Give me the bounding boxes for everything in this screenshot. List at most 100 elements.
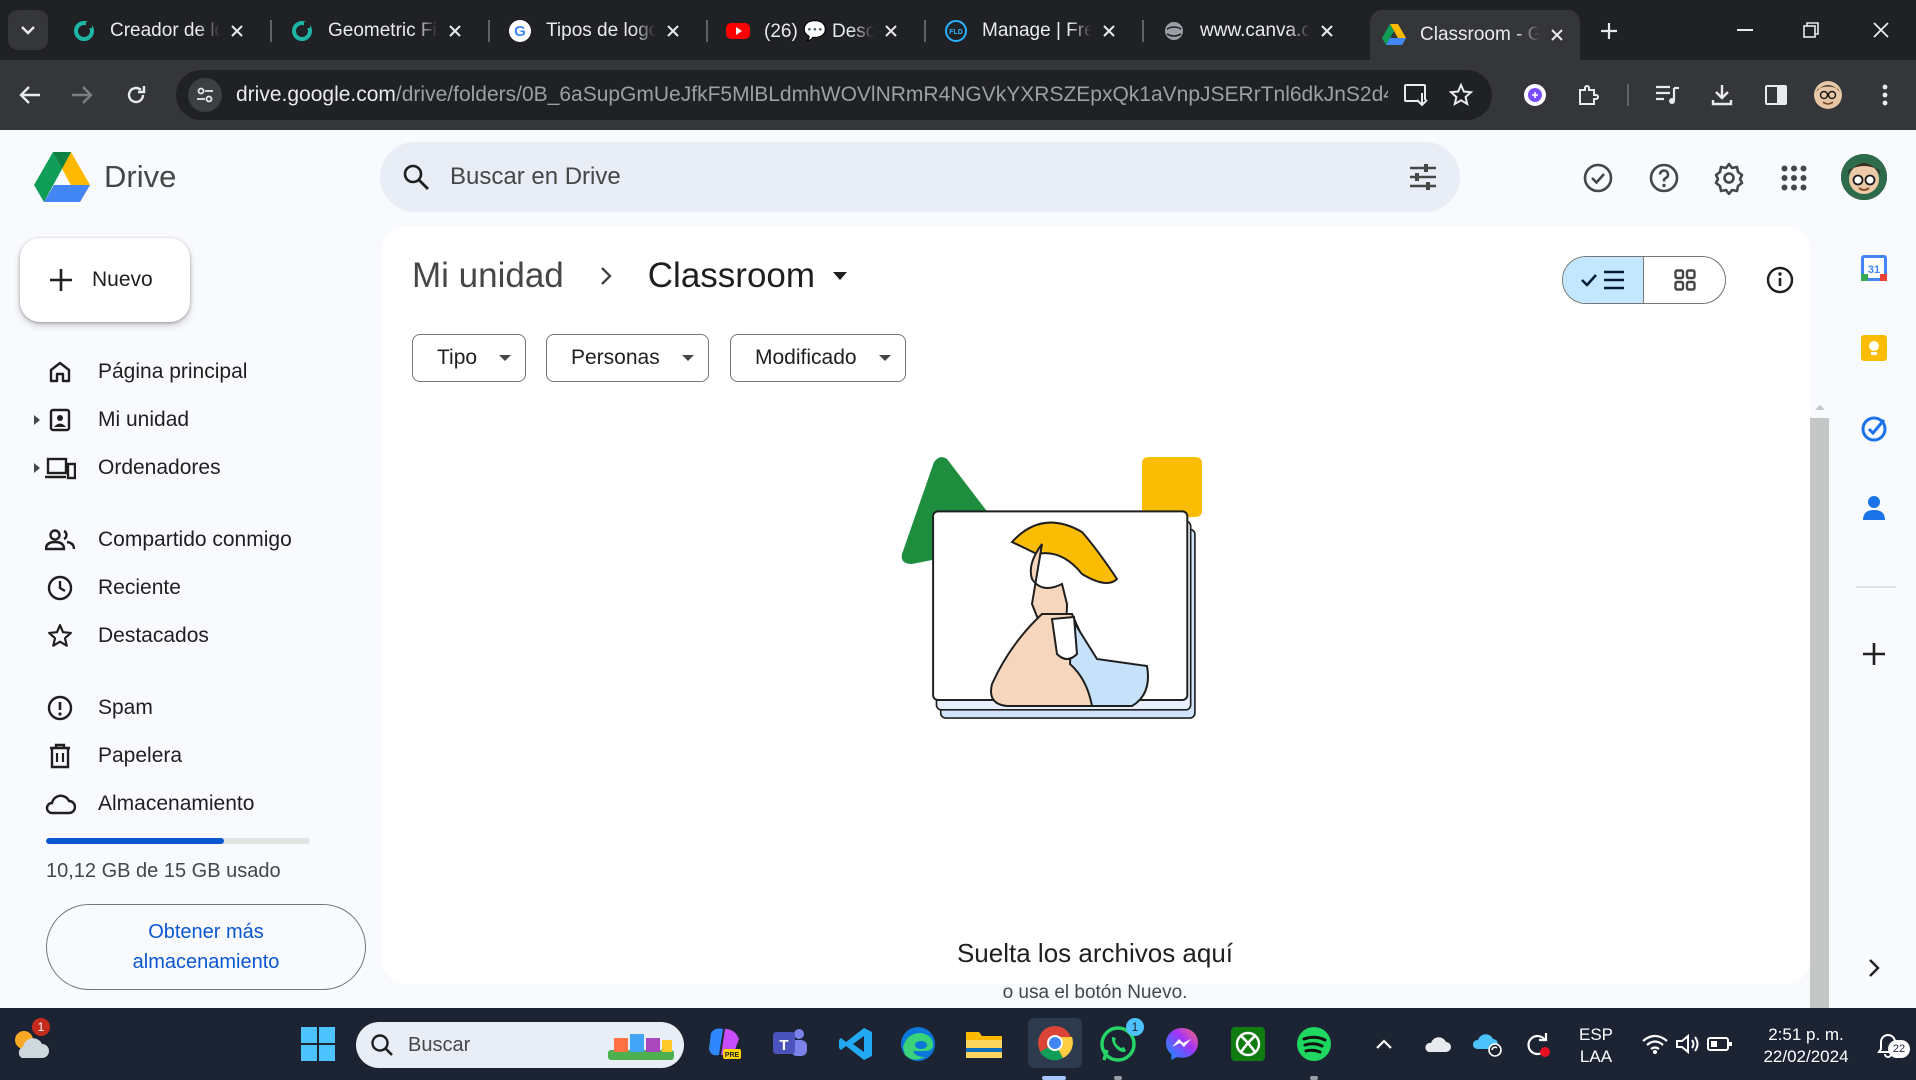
show-hidden-icons-button[interactable] xyxy=(1370,1022,1398,1066)
file-explorer-app[interactable] xyxy=(962,1022,1006,1066)
close-icon[interactable] xyxy=(880,20,902,42)
close-icon[interactable] xyxy=(1316,20,1338,42)
google-apps-button[interactable] xyxy=(1774,158,1814,198)
expand-caret-icon[interactable] xyxy=(34,415,40,425)
sidebar-item-computers[interactable]: Ordenadores xyxy=(30,446,360,490)
weather-widget[interactable]: 1 xyxy=(8,1018,52,1066)
filter-type-chip[interactable]: Tipo xyxy=(412,334,527,382)
notification-center-button[interactable]: 22 xyxy=(1870,1022,1910,1066)
close-icon[interactable] xyxy=(1098,20,1120,42)
tab-search-button[interactable] xyxy=(8,10,48,50)
help-button[interactable] xyxy=(1644,158,1684,198)
onedrive-tray[interactable] xyxy=(1420,1022,1454,1066)
get-addons-button[interactable] xyxy=(1856,636,1892,672)
breadcrumb-current[interactable]: Classroom xyxy=(648,256,848,296)
sidebar-item-storage[interactable]: Almacenamiento xyxy=(30,782,360,826)
tab-freelancer[interactable]: FLD Manage | Freelancer xyxy=(932,10,1132,52)
close-icon[interactable] xyxy=(662,20,684,42)
sidebar-item-trash[interactable]: Papelera xyxy=(30,734,360,778)
whatsapp-app[interactable]: 1 xyxy=(1096,1018,1144,1066)
keep-addon-button[interactable] xyxy=(1856,330,1892,366)
sidebar-item-label: Almacenamiento xyxy=(98,792,255,815)
search-icon[interactable] xyxy=(402,163,430,191)
sidebar-item-my-drive[interactable]: Mi unidad xyxy=(30,398,360,442)
xbox-app[interactable] xyxy=(1226,1022,1270,1066)
sidebar-item-recent[interactable]: Reciente xyxy=(30,566,360,610)
sidebar-item-starred[interactable]: Destacados xyxy=(30,614,360,658)
sidebar-item-home[interactable]: Página principal xyxy=(30,350,360,394)
filter-people-chip[interactable]: Personas xyxy=(546,334,709,382)
search-options-icon[interactable] xyxy=(1408,163,1438,191)
tab-youtube[interactable]: (26) 💬 Descargar xyxy=(714,10,914,52)
close-window-button[interactable] xyxy=(1856,10,1906,50)
computers-icon xyxy=(44,452,76,484)
site-info-button[interactable] xyxy=(188,78,222,112)
reload-button[interactable] xyxy=(118,77,154,113)
media-controls-button[interactable] xyxy=(1651,78,1685,112)
tasks-addon-button[interactable] xyxy=(1856,410,1892,446)
grid-view-button[interactable] xyxy=(1644,257,1725,303)
vscode-app[interactable] xyxy=(834,1022,878,1066)
close-icon[interactable] xyxy=(226,20,248,42)
list-view-button[interactable] xyxy=(1563,257,1644,303)
spotify-app[interactable] xyxy=(1292,1022,1336,1066)
settings-button[interactable] xyxy=(1709,158,1749,198)
extension-button[interactable] xyxy=(1518,78,1552,112)
account-avatar[interactable] xyxy=(1841,154,1887,200)
hide-side-panel-button[interactable] xyxy=(1856,950,1892,986)
search-bar[interactable] xyxy=(380,142,1460,212)
scrollbar-thumb[interactable] xyxy=(1810,418,1829,1044)
install-icon xyxy=(1404,84,1428,107)
sync-tray[interactable] xyxy=(1520,1022,1554,1066)
side-panel-button[interactable] xyxy=(1759,78,1793,112)
calendar-addon-button[interactable]: 31 xyxy=(1856,250,1892,286)
new-button[interactable]: Nuevo xyxy=(20,238,190,322)
scroll-up-icon[interactable] xyxy=(1813,402,1827,412)
address-bar[interactable]: drive.google.com/drive/folders/0B_6aSupG… xyxy=(176,70,1492,120)
bookmark-button[interactable] xyxy=(1446,80,1476,110)
extensions-button[interactable] xyxy=(1571,78,1605,112)
start-button[interactable] xyxy=(296,1022,340,1066)
tab-geometric-figures[interactable]: Geometric Figures xyxy=(278,10,478,52)
drive-logo[interactable]: Drive xyxy=(34,152,176,202)
teams-app[interactable]: T xyxy=(768,1022,812,1066)
tab-creador-logos[interactable]: Creador de logos xyxy=(60,10,260,52)
freelancer-icon: FLD xyxy=(944,19,968,43)
messenger-app[interactable] xyxy=(1160,1022,1204,1066)
taskbar-search[interactable]: Buscar xyxy=(356,1022,684,1068)
sidebar-item-shared[interactable]: Compartido conmigo xyxy=(30,518,360,562)
details-button[interactable] xyxy=(1758,258,1802,302)
copilot-preview-app[interactable]: PRE xyxy=(702,1022,746,1066)
close-icon[interactable] xyxy=(444,20,466,42)
tab-classroom-drive[interactable]: Classroom - Google Drive xyxy=(1370,10,1580,60)
onedrive-sync-tray[interactable] xyxy=(1470,1022,1504,1066)
downloads-button[interactable] xyxy=(1705,78,1739,112)
minimize-button[interactable] xyxy=(1720,10,1770,50)
contacts-addon-button[interactable] xyxy=(1856,490,1892,526)
back-button[interactable] xyxy=(12,77,48,113)
chrome-menu-button[interactable] xyxy=(1868,78,1902,112)
tab-canva[interactable]: www.canva.com xyxy=(1150,10,1350,52)
clock[interactable]: 2:51 p. m. 22/02/2024 xyxy=(1748,1024,1864,1068)
ready-offline-button[interactable] xyxy=(1578,158,1618,198)
new-tab-button[interactable] xyxy=(1592,14,1626,48)
quick-settings-button[interactable] xyxy=(1634,1022,1740,1066)
close-icon[interactable] xyxy=(1546,24,1568,46)
install-app-button[interactable] xyxy=(1402,80,1432,110)
profile-button[interactable] xyxy=(1811,78,1845,112)
edge-app[interactable] xyxy=(896,1022,940,1066)
chevron-right-icon xyxy=(600,266,612,286)
breadcrumb-root[interactable]: Mi unidad xyxy=(412,256,564,296)
tab-tipos-logos[interactable]: G Tipos de logos xyxy=(496,10,696,52)
sidebar-item-spam[interactable]: Spam xyxy=(30,686,360,730)
expand-caret-icon[interactable] xyxy=(34,463,40,473)
forward-button[interactable] xyxy=(64,77,100,113)
empty-folder-illustration xyxy=(901,457,1202,719)
input-language-indicator[interactable]: ESP LAA xyxy=(1574,1024,1618,1068)
search-input[interactable] xyxy=(450,163,1408,191)
filter-modified-chip[interactable]: Modificado xyxy=(730,334,906,382)
url-text[interactable]: drive.google.com/drive/folders/0B_6aSupG… xyxy=(236,83,1388,107)
restore-button[interactable] xyxy=(1786,10,1836,50)
tab-title: Creador de logos xyxy=(110,20,220,41)
chrome-app[interactable] xyxy=(1028,1018,1082,1068)
